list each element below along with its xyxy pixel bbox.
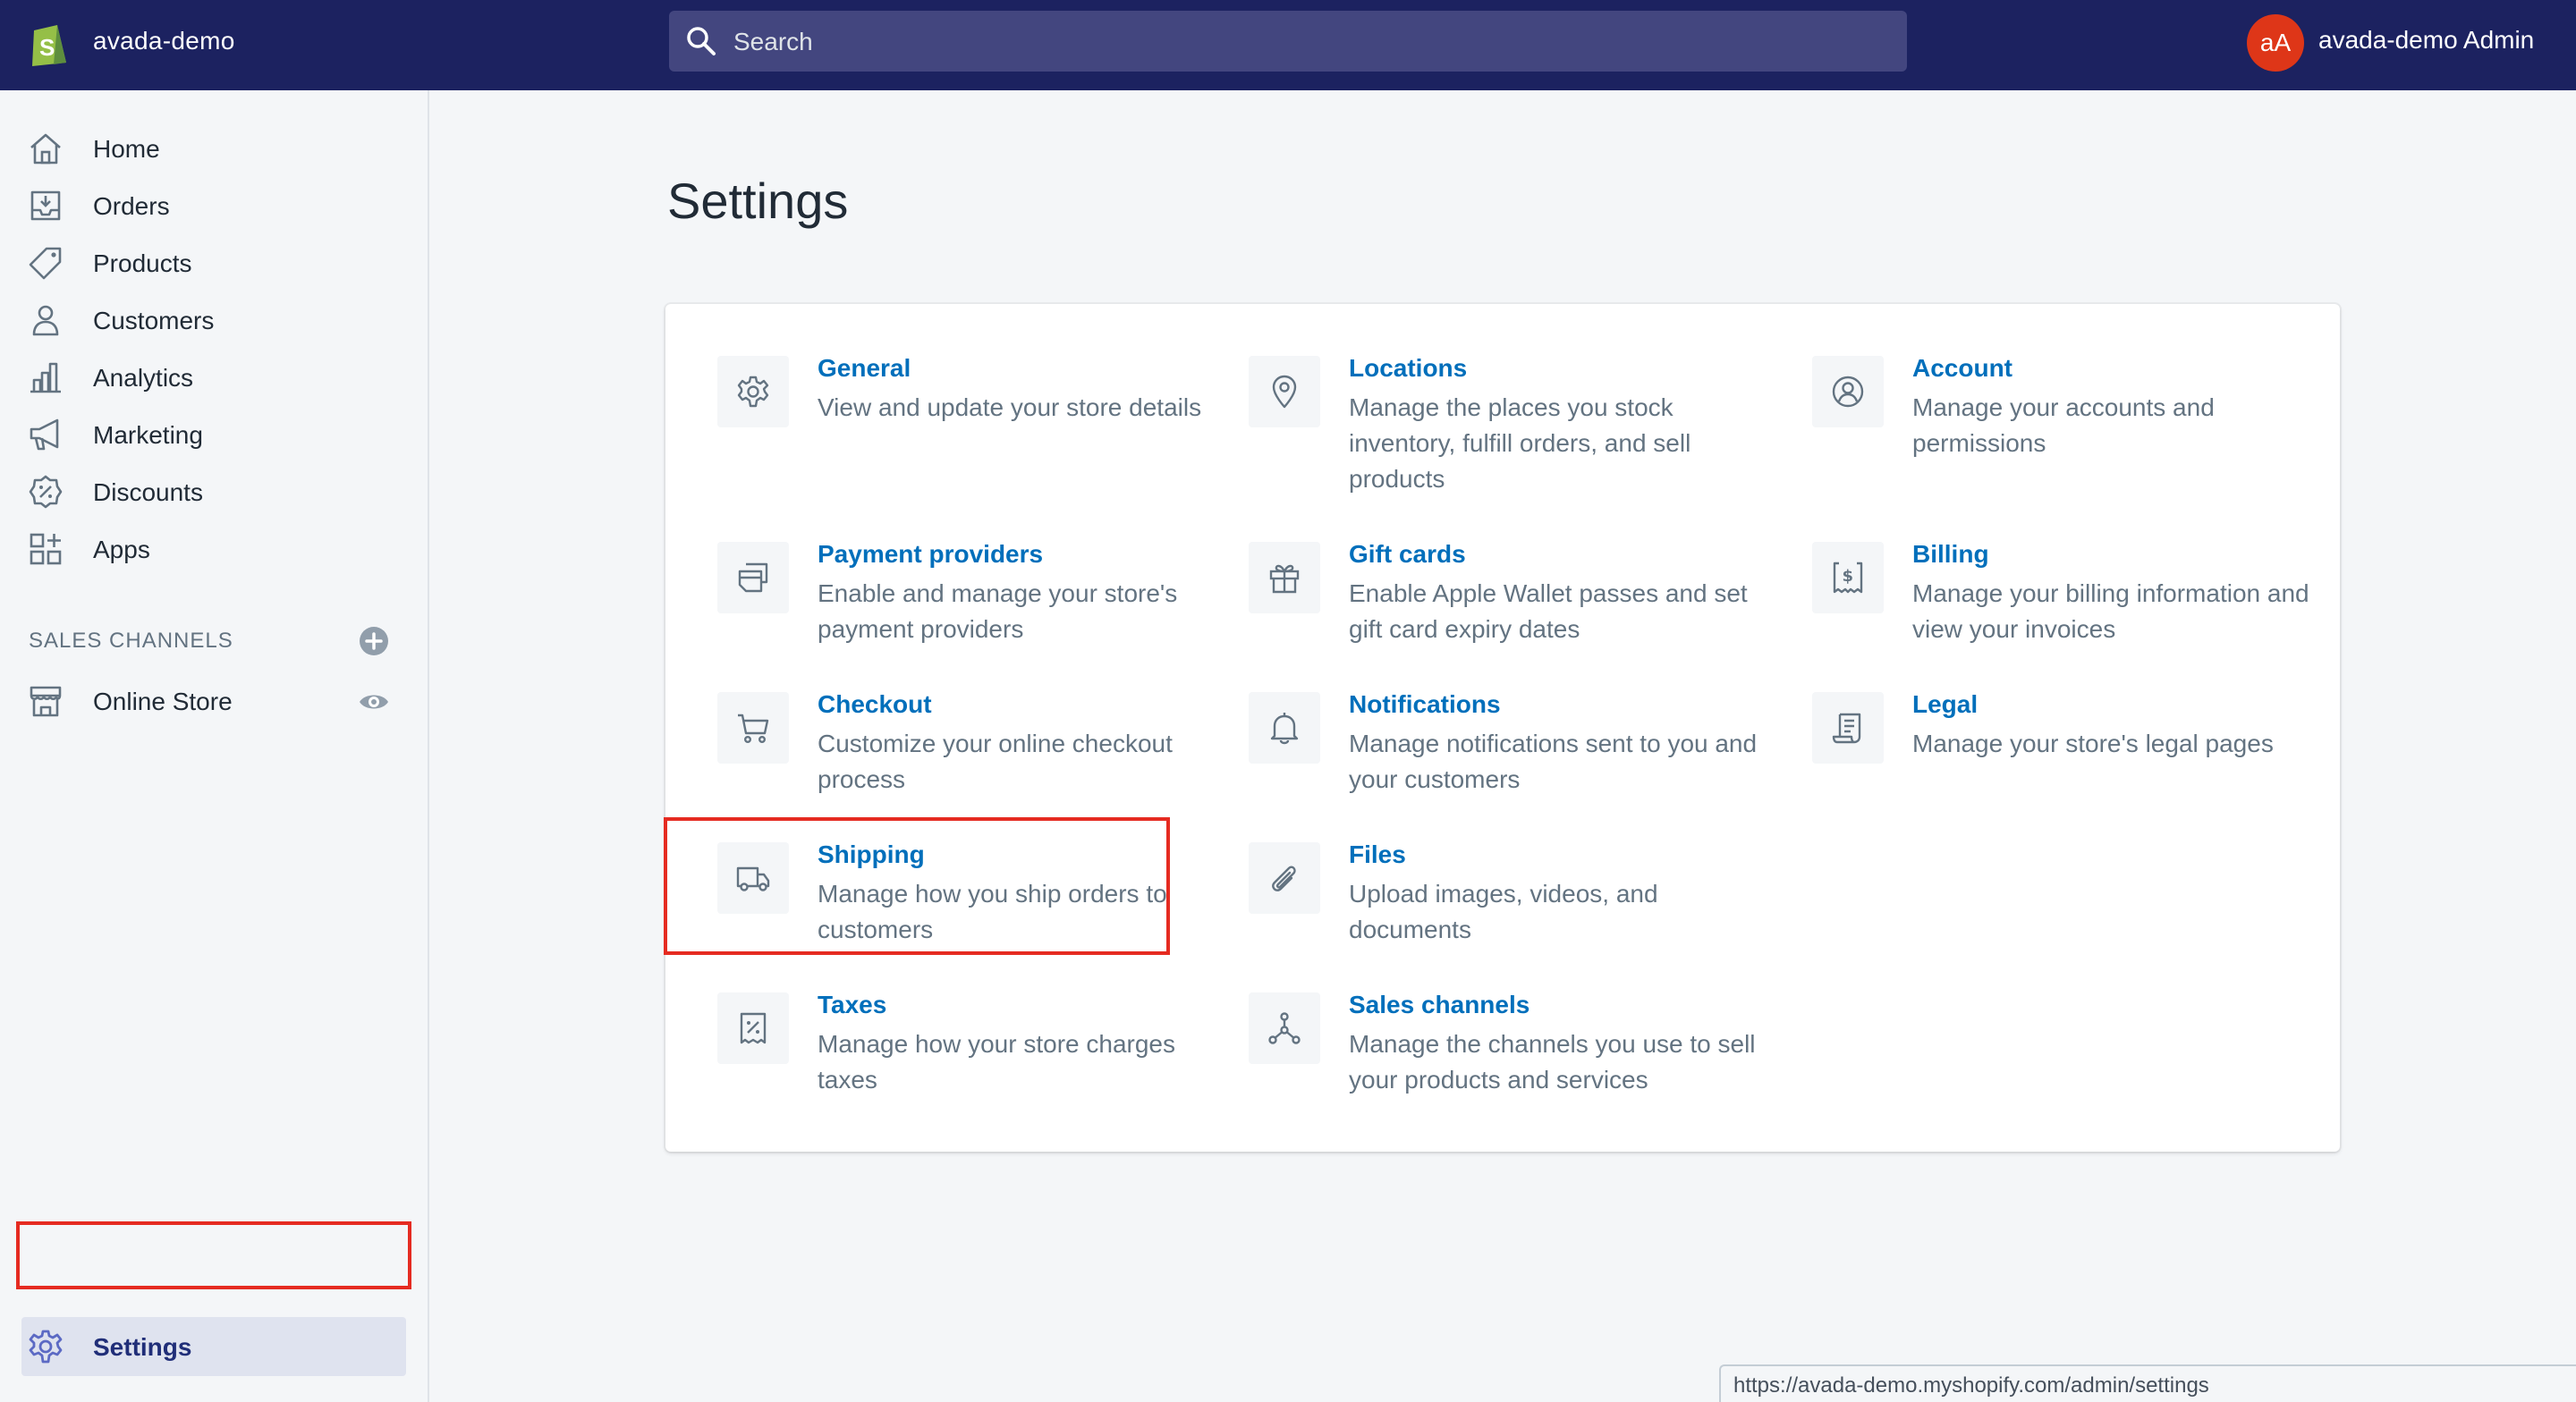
megaphone-icon [30,418,59,451]
sidebar: Home Orders Products Customers Analytics [0,90,429,1402]
bar-chart-icon [30,362,61,393]
eye-icon[interactable] [358,686,390,718]
tile-icon-box [717,692,789,764]
tile-icon-box [1812,356,1884,427]
search-icon [687,27,716,55]
tile-icon-box: $ [1812,542,1884,613]
tile-title: Payment providers [818,540,1044,568]
sidebar-item-label: Customers [93,307,215,334]
search-bar[interactable]: Search [669,11,1907,72]
search-placeholder: Search [733,28,813,55]
tile-description: Manage your billing information and view… [1912,579,2309,643]
admin-name[interactable]: avada-demo Admin [2318,26,2534,55]
sidebar-item-products[interactable]: Products [0,237,428,287]
tile-title: Checkout [818,690,932,718]
bell-icon [1270,713,1299,745]
tile-description: Manage your store's legal pages [1912,730,2274,757]
sidebar-item-label: Marketing [93,421,203,449]
tile-icon-box [1249,692,1320,764]
discount-icon [29,475,63,509]
avatar[interactable]: aA [2247,14,2304,72]
sidebar-item-orders[interactable]: Orders [0,180,428,230]
tile-description: Manage how your store charges taxes [818,1030,1175,1094]
store-name[interactable]: avada-demo [93,27,235,55]
sidebar-item-marketing[interactable]: Marketing [0,409,428,459]
status-url: https://avada-demo.myshopify.com/admin/s… [1733,1373,2209,1398]
orders-icon [30,190,61,221]
tile-title: General [818,354,911,382]
tile-title: Locations [1349,354,1468,382]
sidebar-item-label: Online Store [93,688,233,715]
tile-title: Billing [1912,540,1989,568]
billing-icon: $ [1833,562,1863,594]
tile-description: Manage notifications sent to you and you… [1349,730,1758,793]
tile-description: Manage the places you stock inventory, f… [1349,393,1691,493]
page-title: Settings [667,173,849,229]
gift-icon [1269,564,1300,594]
tile-description: Enable Apple Wallet passes and set gift … [1349,579,1748,643]
tile-title: Notifications [1349,690,1501,718]
person-icon [32,305,59,336]
tile-icon-box [1249,992,1320,1064]
tag-icon [29,247,62,280]
gear-icon [737,376,769,408]
home-icon [30,133,61,165]
sidebar-item-label: Orders [93,192,170,220]
tile-description: Customize your online checkout process [818,730,1173,793]
tile-title: Legal [1912,690,1979,718]
tile-title: Account [1912,354,2012,382]
store-icon [30,686,62,717]
tile-icon-box [1249,356,1320,427]
status-bar: https://avada-demo.myshopify.com/admin/s… [1719,1364,2576,1402]
sidebar-item-customers[interactable]: Customers [0,294,428,344]
tile-icon-box [717,542,789,613]
tile-icon-box [1249,842,1320,914]
sidebar-item-label: Analytics [93,364,194,392]
tile-title: Sales channels [1349,991,1530,1018]
sidebar-item-discounts[interactable]: Discounts [0,466,428,516]
tax-icon [740,1012,767,1044]
sidebar-item-analytics[interactable]: Analytics [0,351,428,401]
tile-description: View and update your store details [818,393,1202,421]
paperclip-icon [1272,866,1296,891]
channels-icon [1268,1012,1301,1044]
sidebar-item-label: Discounts [93,478,203,506]
tile-description: Manage your accounts and permissions [1912,393,2215,457]
tile-icon-box [717,842,789,914]
tile-icon-box [717,356,789,427]
tile-description: Manage how you ship orders to customers [818,880,1167,943]
cart-icon [738,714,769,744]
svg-text:S: S [39,34,55,61]
tile-icon-box [1812,692,1884,764]
add-sales-channel-icon[interactable] [358,625,390,657]
settings-card: General View and update your store detai… [665,304,2340,1152]
sidebar-item-home[interactable]: Home [0,122,428,173]
sidebar-item-label: Products [93,249,192,277]
apps-icon [30,533,62,565]
sidebar-item-label: Home [93,135,160,163]
sidebar-item-apps[interactable]: Apps [0,523,428,573]
account-icon [1832,376,1864,408]
tile-description: Upload images, videos, and documents [1349,880,1658,943]
sidebar-item-label: Settings [93,1333,192,1361]
sidebar-item-settings[interactable]: Settings [21,1317,406,1376]
tile-icon-box [1249,542,1320,613]
svg-text:$: $ [1843,567,1854,586]
sidebar-item-label: Apps [93,536,150,563]
sales-channels-heading: SALES CHANNELS [29,629,233,653]
tile-title: Taxes [818,991,887,1018]
legal-icon [1832,713,1861,744]
tile-icon-box [717,992,789,1064]
tile-title: Gift cards [1349,540,1466,568]
top-bar: S avada-demo Search aA avada-demo Admin [0,0,2576,90]
location-pin-icon [1272,375,1297,409]
truck-icon [736,866,770,891]
tile-title: Shipping [818,840,925,868]
tile-description: Manage the channels you use to sell your… [1349,1030,1756,1094]
payment-icon [738,562,768,593]
shopify-logo-icon[interactable]: S [27,18,72,68]
tile-description: Enable and manage your store's payment p… [818,579,1178,643]
tile-title: Files [1349,840,1406,868]
gear-icon [29,1330,63,1364]
